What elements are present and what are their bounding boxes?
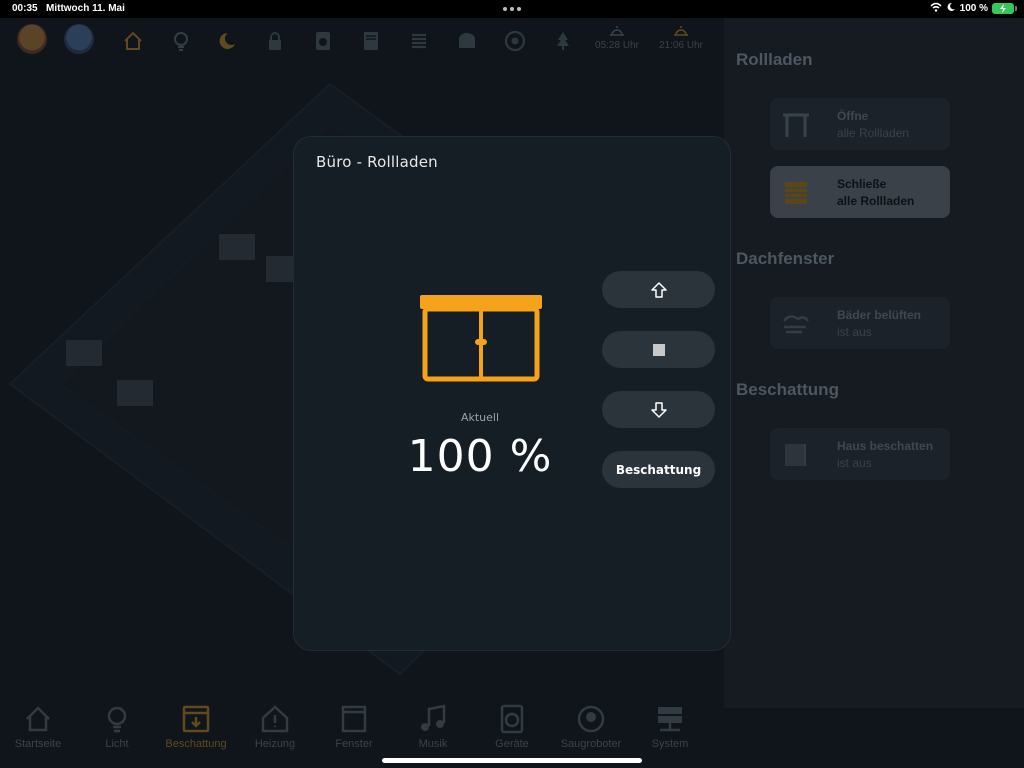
state-label: Aktuell bbox=[460, 411, 500, 424]
robot-vacuum-icon[interactable] bbox=[504, 30, 526, 52]
window-shutter-icon bbox=[420, 295, 542, 382]
nav-heizung[interactable]: Heizung bbox=[237, 704, 313, 750]
heater-icon[interactable] bbox=[408, 30, 430, 52]
open-shutter-icon bbox=[783, 113, 809, 137]
shutter-stop-button[interactable] bbox=[602, 331, 715, 368]
avatar[interactable] bbox=[17, 24, 47, 54]
nav-saugroboter[interactable]: Saugroboter bbox=[553, 704, 629, 750]
stop-icon bbox=[652, 343, 665, 356]
sunset-icon bbox=[674, 26, 688, 36]
ventilation-icon bbox=[783, 315, 809, 334]
close-all-shutters-button[interactable]: Schließe alle Rollladen bbox=[770, 166, 950, 218]
arrow-down-icon bbox=[650, 401, 667, 418]
shutter-icon bbox=[182, 705, 210, 733]
nav-geraete[interactable]: Geräte bbox=[474, 704, 550, 750]
music-icon bbox=[421, 704, 446, 731]
mailbox-icon[interactable] bbox=[456, 30, 478, 52]
shading-button[interactable]: Beschattung bbox=[602, 451, 715, 488]
status-bar: 00:35 Mittwoch 11. Mai 100 % bbox=[0, 0, 1024, 18]
status-time: 00:35 bbox=[12, 3, 38, 14]
nav-musik[interactable]: Musik bbox=[395, 704, 471, 750]
bulb-icon bbox=[107, 706, 127, 733]
shade-icon bbox=[785, 444, 806, 466]
avatar[interactable] bbox=[64, 24, 94, 54]
top-bar: 05:28 Uhr 21:06 Uhr bbox=[0, 18, 728, 64]
section-title-rollladen: Rollladen bbox=[736, 50, 813, 69]
arrow-up-icon bbox=[650, 281, 667, 298]
do-not-disturb-moon-icon bbox=[946, 2, 956, 15]
multitask-dots-icon[interactable] bbox=[503, 7, 521, 11]
open-all-shutters-button[interactable]: Öffne alle Rollladen bbox=[770, 98, 950, 150]
status-date: Mittwoch 11. Mai bbox=[46, 3, 125, 14]
nav-system[interactable]: System bbox=[632, 704, 708, 750]
bulb-icon[interactable] bbox=[170, 30, 192, 52]
sunrise-icon bbox=[610, 26, 624, 36]
moon-icon[interactable] bbox=[216, 30, 238, 52]
window-marker bbox=[219, 234, 255, 260]
bottom-nav: Startseite Licht Beschattung Heizung Fen… bbox=[0, 690, 724, 768]
home-icon[interactable] bbox=[122, 30, 144, 52]
nav-beschattung[interactable]: Beschattung bbox=[158, 704, 234, 750]
server-icon bbox=[658, 707, 682, 732]
dialog-title: Büro - Rollladen bbox=[316, 153, 438, 171]
window-marker bbox=[66, 340, 102, 366]
nav-fenster[interactable]: Fenster bbox=[316, 704, 392, 750]
washer-icon[interactable] bbox=[312, 30, 334, 52]
position-value: 100 % bbox=[407, 431, 553, 482]
shutter-dialog: Büro - Rollladen Aktuell 100 % Beschattu… bbox=[293, 136, 731, 651]
home-icon bbox=[26, 706, 50, 732]
battery-icon bbox=[992, 3, 1017, 14]
shutter-icon[interactable] bbox=[360, 30, 382, 52]
sunset-time: 21:06 Uhr bbox=[651, 26, 711, 51]
nav-licht[interactable]: Licht bbox=[79, 704, 155, 750]
heating-icon bbox=[261, 705, 289, 733]
appliance-icon bbox=[500, 704, 524, 734]
closed-shutter-icon bbox=[785, 182, 807, 204]
right-panel: Rollladen Öffne alle Rollladen Schließe … bbox=[724, 18, 1024, 708]
window-marker bbox=[266, 256, 296, 282]
ventilate-bathrooms-button[interactable]: Bäder belüften ist aus bbox=[770, 297, 950, 349]
wifi-icon bbox=[930, 2, 942, 15]
section-title-beschattung: Beschattung bbox=[736, 380, 839, 399]
robot-vacuum-icon bbox=[577, 705, 605, 733]
lock-icon[interactable] bbox=[264, 30, 286, 52]
shade-house-button[interactable]: Haus beschatten ist aus bbox=[770, 428, 950, 480]
tree-icon[interactable] bbox=[552, 30, 574, 52]
sunrise-time: 05:28 Uhr bbox=[587, 26, 647, 51]
section-title-dachfenster: Dachfenster bbox=[736, 249, 835, 268]
shutter-up-button[interactable] bbox=[602, 271, 715, 308]
nav-startseite[interactable]: Startseite bbox=[0, 704, 76, 750]
window-marker bbox=[117, 380, 153, 406]
window-icon bbox=[341, 705, 367, 733]
shutter-down-button[interactable] bbox=[602, 391, 715, 428]
home-indicator[interactable] bbox=[382, 758, 642, 763]
battery-percent: 100 % bbox=[959, 3, 988, 14]
